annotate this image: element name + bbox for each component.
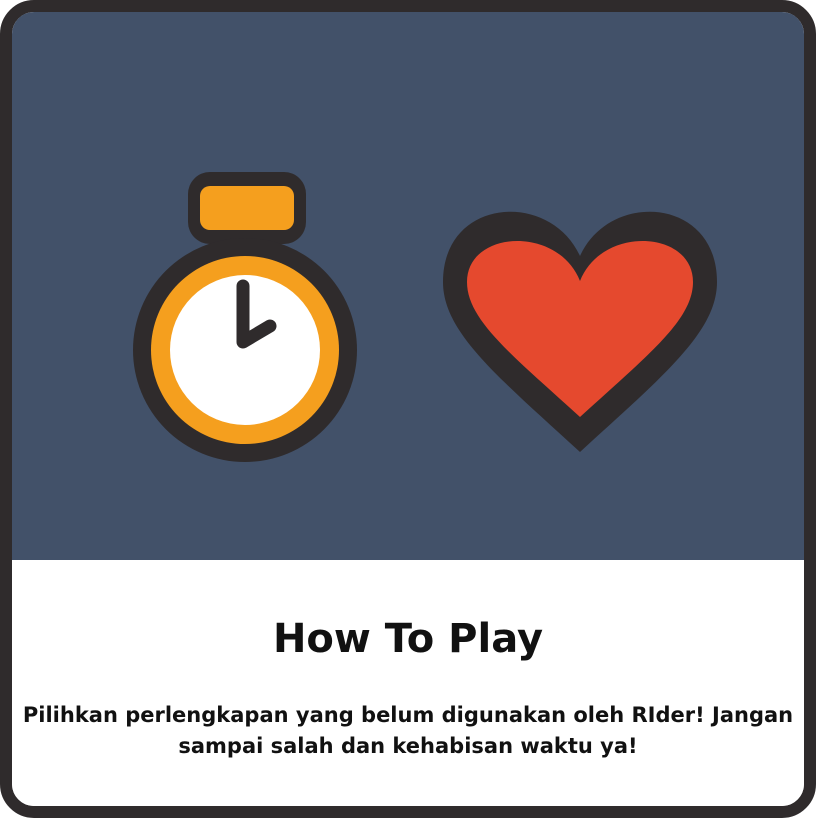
instructions-section: How To Play Pilihkan perlengkapan yang b… <box>12 560 804 806</box>
stopwatch-icon <box>133 172 357 462</box>
how-to-play-card: How To Play Pilihkan perlengkapan yang b… <box>0 0 816 818</box>
page-title: How To Play <box>272 616 544 662</box>
illustration-panel <box>12 12 804 560</box>
heart-icon <box>443 211 717 452</box>
instructions-text: Pilihkan perlengkapan yang belum digunak… <box>22 703 794 758</box>
illustration-icons <box>133 172 717 462</box>
